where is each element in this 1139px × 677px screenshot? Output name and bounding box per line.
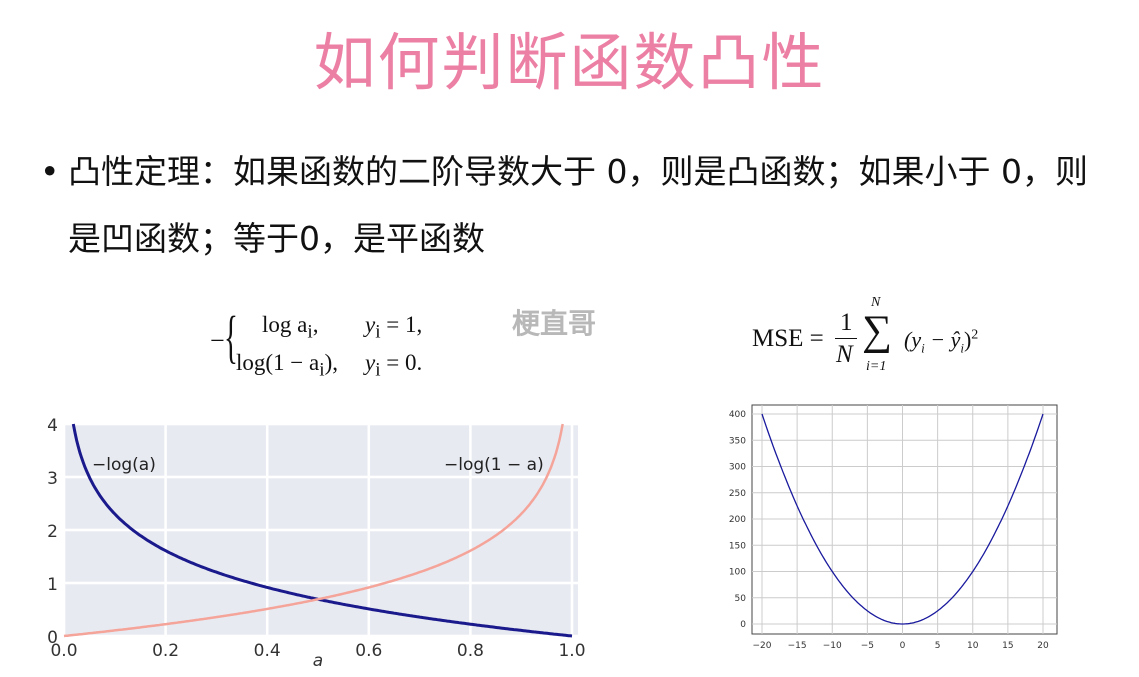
- plot2-ytick-label: 100: [729, 568, 746, 578]
- plot1-xtick-label: 0.2: [152, 641, 179, 661]
- plot2-xtick-label: 5: [935, 641, 941, 651]
- plot1-ytick-label: 1: [47, 575, 58, 595]
- plot2-ytick-label: 50: [735, 594, 747, 604]
- plot2-xtick-label: 10: [967, 641, 979, 651]
- plot2-xtick-label: 0: [900, 641, 906, 651]
- plot2-xtick-label: −20: [753, 641, 772, 651]
- plot1-xtick-label: 0.8: [457, 641, 484, 661]
- plot2-xtick-label: 20: [1037, 641, 1049, 651]
- plot2-xtick-label: 15: [1002, 641, 1013, 651]
- plot1-annotation-neglog-a: −log(a): [92, 455, 156, 475]
- plot2-ytick-label: 0: [740, 620, 746, 630]
- plot2-ytick-label: 300: [729, 463, 746, 473]
- charts-layer: 0.0 0.2 0.4 0.6 0.8 1.001234−log(a) −log(1 − a…: [47, 404, 1058, 671]
- plot2-ytick-label: 150: [729, 541, 746, 551]
- plot2-ytick-label: 250: [729, 489, 746, 499]
- plot1-xtick-label: 0.4: [254, 641, 281, 661]
- plot1-ytick-label: 0: [47, 628, 58, 648]
- plot1-ytick-label: 3: [47, 469, 58, 489]
- plot2-xtick-label: −10: [823, 641, 842, 651]
- plot2-ytick-label: 200: [729, 515, 746, 525]
- plot1-xtick-label: 1.0: [558, 641, 585, 661]
- plot1-xlabel: a: [313, 651, 323, 671]
- plot1-xtick-label: 0.6: [355, 641, 382, 661]
- plot1-ytick-label: 2: [47, 522, 58, 542]
- plot2-xtick-label: −5: [861, 641, 874, 651]
- plot1-annotation-neglog-1-a: −log(1 − a): [444, 455, 544, 475]
- plot2-ytick-label: 350: [729, 436, 746, 446]
- plot1-ytick-label: 4: [47, 416, 58, 436]
- plot2-ytick-label: 400: [729, 410, 746, 420]
- plot2-xtick-label: −15: [788, 641, 807, 651]
